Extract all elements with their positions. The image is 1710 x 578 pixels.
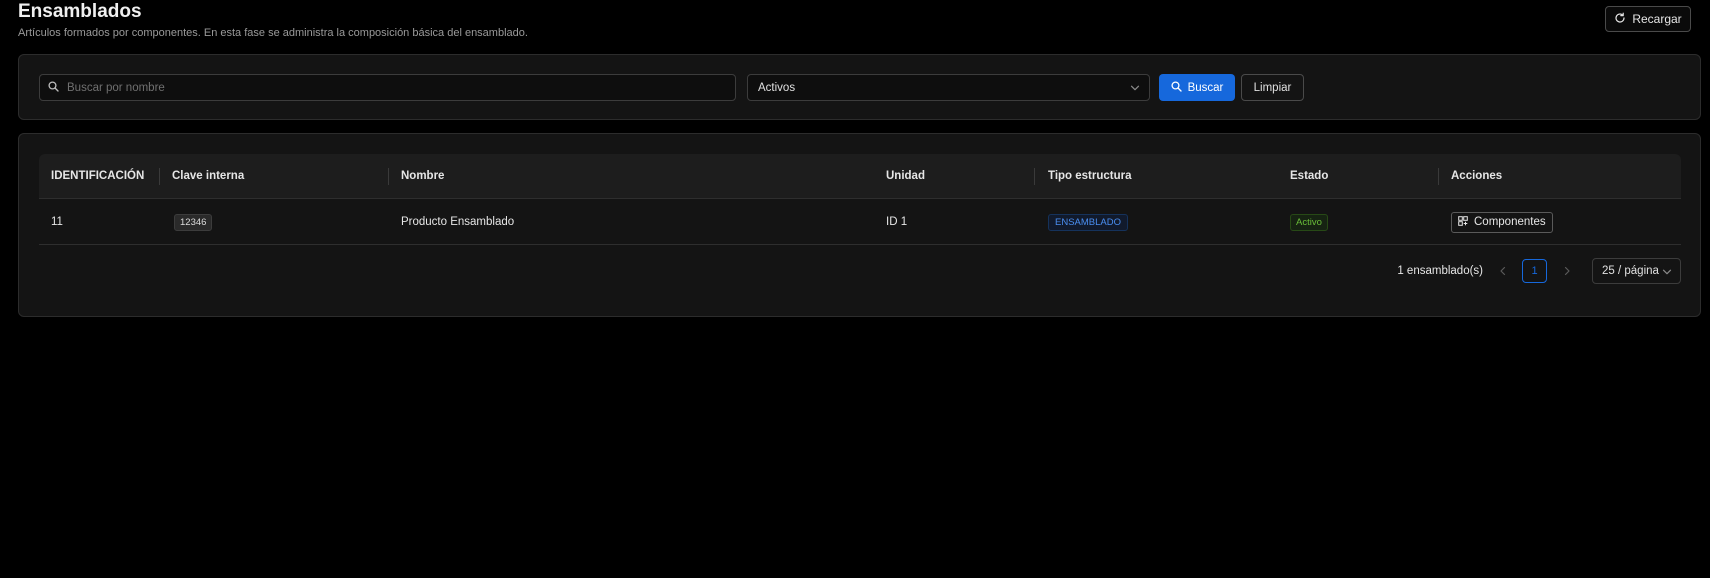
search-input[interactable]	[65, 80, 705, 95]
search-button[interactable]: Buscar	[1159, 74, 1235, 101]
page-title: Ensamblados	[18, 1, 142, 22]
components-button-label: Componentes	[1474, 216, 1546, 228]
chevron-down-icon	[1130, 83, 1140, 96]
page-header: Ensamblados Artículos formados por compo…	[18, 0, 1692, 44]
pagination-total: 1 ensamblado(s)	[1397, 265, 1483, 277]
status-select-value: Activos	[758, 81, 796, 94]
column-header-code: Clave interna	[172, 170, 245, 182]
page-size-value: 25 / página	[1602, 265, 1659, 277]
reload-label: Recargar	[1632, 12, 1682, 26]
column-divider	[1438, 168, 1439, 185]
search-button-label: Buscar	[1187, 81, 1224, 94]
clear-button[interactable]: Limpiar	[1241, 74, 1304, 101]
column-header-name: Nombre	[401, 170, 445, 182]
column-header-unit: Unidad	[886, 170, 925, 182]
table-header: IDENTIFICACIÓN Clave interna Nombre Unid…	[39, 154, 1681, 199]
status-badge: Activo	[1290, 213, 1328, 231]
column-header-status: Estado	[1290, 170, 1329, 182]
components-button[interactable]: Componentes	[1451, 211, 1553, 233]
search-icon	[48, 79, 59, 97]
table-card: IDENTIFICACIÓN Clave interna Nombre Unid…	[18, 133, 1701, 317]
column-header-structure-type: Tipo estructura	[1048, 170, 1132, 182]
cell-code: 12346	[174, 199, 213, 245]
table-row: 11 12346 Producto Ensamblado ID 1 ENSAMB…	[39, 199, 1681, 245]
filter-card: Activos Buscar Limpiar	[18, 54, 1701, 120]
column-divider	[388, 168, 389, 185]
cell-actions: Componentes	[1451, 199, 1553, 245]
page-subtitle: Artículos formados por componentes. En e…	[18, 27, 528, 39]
cell-unit: ID 1	[886, 216, 908, 228]
pagination: 1 ensamblado(s) 1 25 / página	[39, 258, 1681, 284]
components-icon	[1458, 215, 1468, 229]
column-divider	[159, 168, 160, 185]
cell-id: 11	[51, 216, 63, 228]
status-select[interactable]: Activos	[747, 74, 1150, 101]
clear-button-label: Limpiar	[1253, 81, 1292, 94]
assemblies-table: IDENTIFICACIÓN Clave interna Nombre Unid…	[39, 154, 1681, 245]
reload-icon	[1614, 12, 1626, 27]
page-size-select[interactable]: 25 / página	[1592, 258, 1681, 284]
pagination-page-1[interactable]: 1	[1522, 259, 1547, 283]
column-divider	[1034, 168, 1035, 185]
search-icon	[1171, 80, 1182, 95]
structure-type-badge: ENSAMBLADO	[1048, 213, 1128, 231]
column-header-id: IDENTIFICACIÓN	[51, 170, 145, 182]
reload-button[interactable]: Recargar	[1605, 6, 1691, 32]
search-box[interactable]	[39, 74, 736, 101]
cell-name: Producto Ensamblado	[401, 216, 515, 228]
chevron-left-icon[interactable]	[1495, 263, 1511, 279]
chevron-down-icon	[1662, 267, 1672, 280]
chevron-right-icon[interactable]	[1559, 263, 1575, 279]
cell-structure-type: ENSAMBLADO	[1048, 199, 1128, 245]
code-tag: 12346	[174, 213, 213, 231]
column-header-actions: Acciones	[1451, 170, 1503, 182]
cell-status: Activo	[1290, 199, 1328, 245]
